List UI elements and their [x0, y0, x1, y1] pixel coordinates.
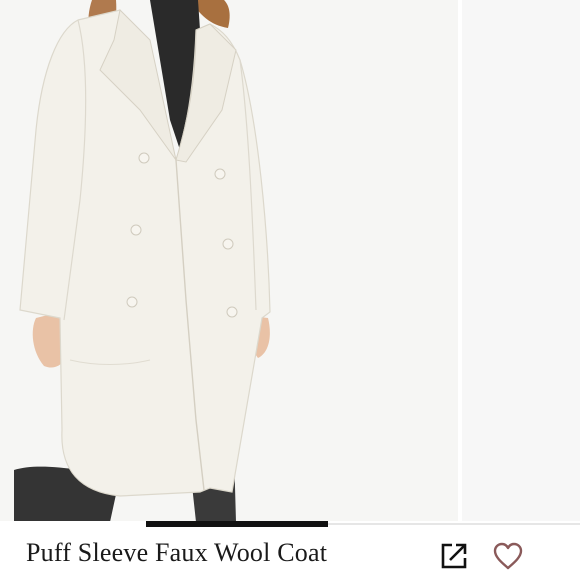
- share-button[interactable]: [436, 540, 472, 576]
- coat-model-illustration: [0, 0, 458, 522]
- product-photo[interactable]: [0, 0, 458, 522]
- product-title: Puff Sleeve Faux Wool Coat: [26, 538, 328, 567]
- next-photo-peek[interactable]: [462, 0, 580, 522]
- like-button[interactable]: [490, 540, 526, 576]
- image-carousel[interactable]: [0, 0, 580, 522]
- heart-outline-icon: [491, 540, 525, 577]
- external-share-icon: [438, 540, 470, 577]
- carousel-pager-remaining: [328, 523, 580, 525]
